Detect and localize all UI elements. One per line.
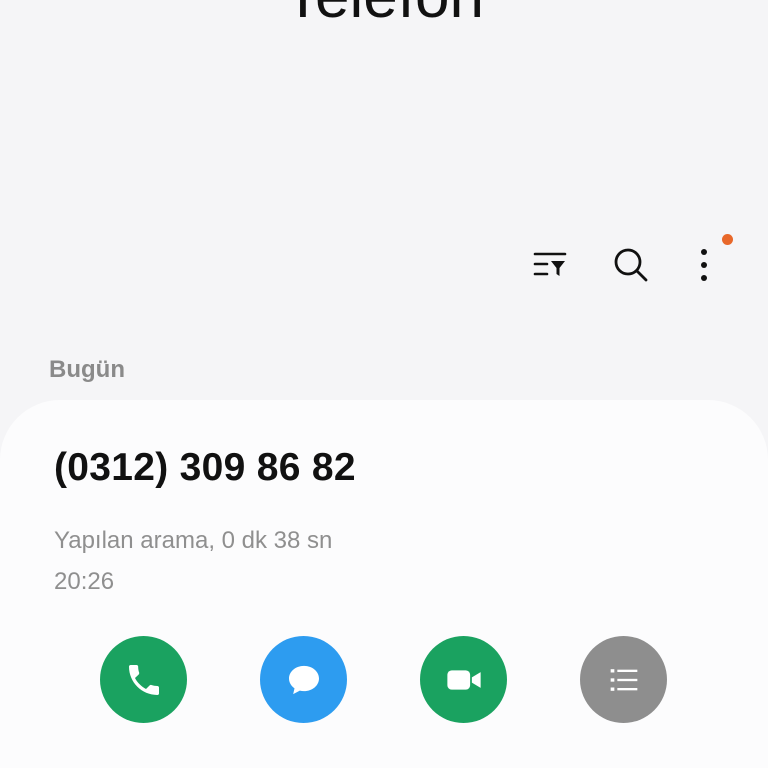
more-options-button[interactable] (679, 240, 729, 290)
call-entry-detail: Yapılan arama, 0 dk 38 sn (54, 527, 333, 554)
app-title: Telefon (0, 0, 768, 28)
call-entry-actions (0, 636, 768, 724)
call-entry-number[interactable]: (0312) 309 86 82 (54, 446, 356, 490)
message-button[interactable] (260, 636, 347, 723)
list-details-icon (610, 668, 637, 691)
search-icon (614, 248, 648, 282)
call-button[interactable] (100, 636, 187, 723)
call-entry-time: 20:26 (54, 568, 115, 595)
search-button[interactable] (606, 240, 656, 290)
message-bubble-icon (288, 665, 319, 694)
notification-badge-dot (722, 234, 733, 245)
phone-icon (128, 664, 159, 695)
more-vertical-icon (701, 249, 707, 281)
video-call-button[interactable] (420, 636, 507, 723)
video-camera-icon (446, 669, 481, 690)
details-button[interactable] (580, 636, 667, 723)
section-header-today: Bugün (49, 356, 125, 383)
phone-app-screen: Telefon Bugün (0312) 309 (0, 0, 768, 768)
filter-list-icon (533, 252, 567, 276)
toolbar (520, 234, 750, 290)
filter-button[interactable] (525, 240, 575, 290)
